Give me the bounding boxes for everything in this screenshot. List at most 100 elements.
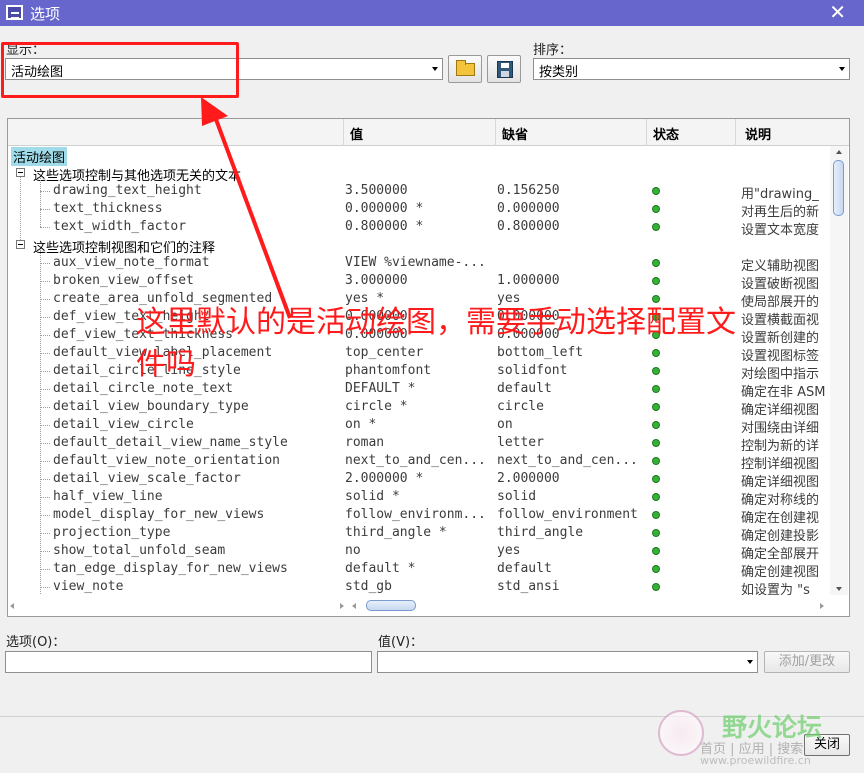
table-row[interactable]: projection_type third_angle * third_angle 确… — [8, 524, 831, 544]
horizontal-scrollbar-right[interactable] — [350, 599, 830, 613]
vertical-scrollbar[interactable] — [830, 146, 848, 595]
collapse-icon[interactable] — [16, 240, 25, 249]
status-dot-icon — [652, 547, 660, 555]
header-value[interactable]: 值 — [350, 124, 363, 143]
tree-guide — [20, 177, 21, 240]
scroll-down-icon[interactable] — [836, 587, 842, 591]
table-row[interactable]: tan_edge_display_for_new_views default * d… — [8, 560, 831, 580]
table-row[interactable]: view_note std_gb std_ansi 如设置为 "s — [8, 578, 831, 595]
tree-connector — [40, 533, 50, 534]
option-value: default * — [345, 561, 416, 576]
table-header: 值 缺省 状态 说明 — [8, 119, 849, 146]
tree-connector — [40, 371, 50, 372]
tree-connector — [40, 587, 50, 588]
option-name: detail_view_circle — [53, 417, 194, 432]
scroll-up-icon[interactable] — [836, 150, 842, 154]
annotation-text: 这里默认的是活动绘图，需要手动选择配置文件吗 — [136, 305, 736, 382]
status-dot-icon — [652, 205, 660, 213]
tree-connector — [40, 443, 50, 444]
option-value: 3.000000 — [345, 273, 408, 288]
tree-connector — [40, 353, 50, 354]
status-dot-icon — [652, 457, 660, 465]
table-row[interactable]: default_view_note_orientation next_to_and… — [8, 452, 831, 472]
value-select[interactable] — [377, 651, 758, 673]
option-default: on — [497, 417, 513, 432]
sort-select[interactable]: 按类别 — [533, 58, 850, 80]
header-default[interactable]: 缺省 — [502, 124, 528, 143]
sort-select-value: 按类别 — [539, 65, 579, 80]
table-row[interactable]: text_width_factor 0.800000 * 0.800000 设置文本宽… — [8, 218, 831, 238]
option-value: circle * — [345, 399, 408, 414]
option-value: 0.000000 * — [345, 201, 424, 216]
header-status[interactable]: 状态 — [653, 124, 679, 143]
horizontal-scrollbar-left[interactable] — [10, 599, 348, 613]
option-default: 0.800000 — [497, 219, 560, 234]
option-name: tan_edge_display_for_new_views — [53, 561, 288, 576]
header-description[interactable]: 说明 — [745, 124, 771, 143]
window-title: 选项 — [30, 5, 61, 23]
scroll-left-icon[interactable] — [10, 603, 14, 609]
open-config-button[interactable] — [448, 55, 482, 83]
scroll-right-icon[interactable] — [820, 603, 824, 609]
scroll-left-icon[interactable] — [352, 603, 356, 609]
column-divider — [495, 119, 496, 146]
option-input[interactable] — [5, 651, 372, 673]
tree-connector — [40, 497, 50, 498]
column-divider — [646, 119, 647, 146]
table-row[interactable]: drawing_text_height 3.500000 0.156250 用"dra… — [8, 182, 831, 202]
tree-guide — [40, 250, 41, 595]
table-row[interactable]: model_display_for_new_views follow_enviro… — [8, 506, 831, 526]
table-row[interactable]: show_total_unfold_seam no yes 确定全部展开 — [8, 542, 831, 562]
option-default: third_angle — [497, 525, 584, 540]
option-default: circle — [497, 399, 544, 414]
scroll-thumb[interactable] — [833, 160, 844, 216]
option-name: model_display_for_new_views — [53, 507, 265, 522]
scroll-thumb[interactable] — [366, 600, 416, 611]
save-config-button[interactable] — [487, 55, 521, 83]
option-default: follow_environment — [497, 507, 638, 522]
add-change-button[interactable]: 添加/更改 — [764, 651, 850, 673]
scroll-right-icon[interactable] — [340, 603, 344, 609]
status-dot-icon — [652, 187, 660, 195]
status-dot-icon — [652, 493, 660, 501]
close-icon[interactable]: ✕ — [829, 1, 846, 23]
chevron-down-icon — [747, 660, 753, 664]
status-dot-icon — [652, 565, 660, 573]
status-dot-icon — [652, 385, 660, 393]
table-row[interactable]: broken_view_offset 3.000000 1.000000 设置破断视图 — [8, 272, 831, 292]
watermark: 野火论坛 首页 | 应用 | 搜索 www.proewildfire.cn — [652, 708, 860, 770]
table-row[interactable]: detail_view_circle on * on 对围绕由详细 — [8, 416, 831, 436]
tree-connector — [40, 209, 50, 210]
tree-connector — [40, 227, 50, 228]
table-row[interactable]: default_detail_view_name_style roman lette… — [8, 434, 831, 454]
table-row[interactable]: detail_view_scale_factor 2.000000 * 2.0000… — [8, 470, 831, 490]
chevron-down-icon — [432, 67, 438, 71]
tree-group-row[interactable]: 这些选项控制与其他选项无关的文本 — [8, 164, 831, 184]
option-default: 0.156250 — [497, 183, 560, 198]
table-row[interactable]: detail_view_boundary_type circle * circle 确… — [8, 398, 831, 418]
tree-group-row[interactable]: 这些选项控制视图和它们的注释 — [8, 236, 831, 256]
value-label: 值(V)： — [378, 635, 424, 650]
watermark-url: www.proewildfire.cn — [700, 754, 811, 767]
status-dot-icon — [652, 529, 660, 537]
table-row[interactable]: half_view_line solid * solid 确定对称线的 — [8, 488, 831, 508]
option-value: 0.800000 * — [345, 219, 424, 234]
option-value: third_angle * — [345, 525, 447, 540]
option-name: detail_view_boundary_type — [53, 399, 249, 414]
option-value: VIEW %viewname-... — [345, 255, 486, 270]
status-dot-icon — [652, 583, 660, 591]
option-name: default_detail_view_name_style — [53, 435, 288, 450]
option-default: letter — [497, 435, 544, 450]
tree-connector — [40, 515, 50, 516]
app-icon — [6, 5, 23, 20]
option-default: 2.000000 — [497, 471, 560, 486]
tree-connector — [40, 551, 50, 552]
collapse-icon[interactable] — [16, 168, 25, 177]
title-bar: 选项 ✕ — [0, 0, 864, 26]
option-default: 1.000000 — [497, 273, 560, 288]
table-row[interactable]: aux_view_note_format VIEW %viewname-... 定义… — [8, 254, 831, 274]
tree-root-row[interactable]: 活动绘图 — [8, 146, 831, 166]
annotation-highlight-box — [1, 42, 239, 98]
table-row[interactable]: text_thickness 0.000000 * 0.000000 对再生后的新 — [8, 200, 831, 220]
option-value: 3.500000 — [345, 183, 408, 198]
